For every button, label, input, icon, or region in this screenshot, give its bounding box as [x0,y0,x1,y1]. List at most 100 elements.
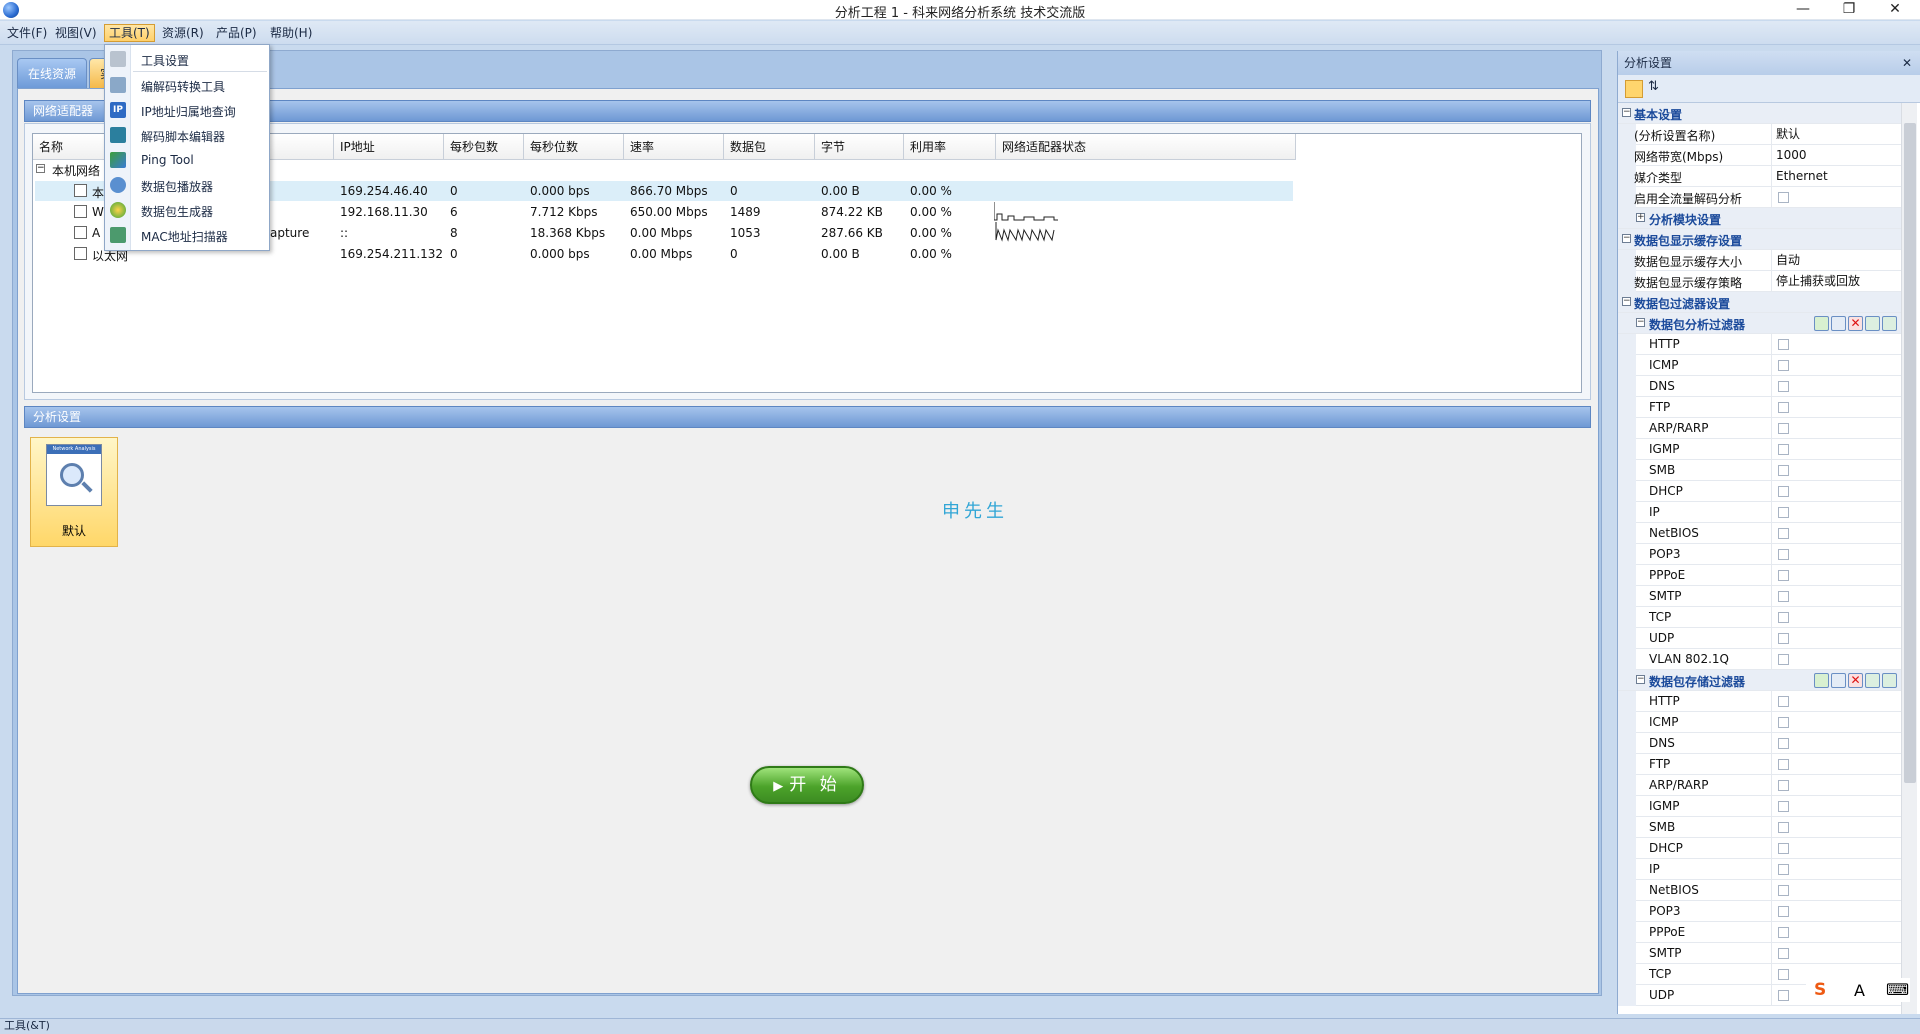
filter-value[interactable] [1771,439,1901,460]
filter-value[interactable] [1771,817,1901,838]
export-filter-icon[interactable] [1882,316,1897,331]
filter-checkbox[interactable] [1778,402,1789,413]
filter-value[interactable] [1771,334,1901,355]
filter-row[interactable]: DNS [1618,376,1901,397]
keyboard-icon[interactable]: ⌨ [1886,980,1909,999]
category-analysis-filter[interactable]: − 数据包分析过滤器 ✕ [1618,313,1901,334]
adapter-checkbox[interactable] [74,247,87,260]
import-filter-icon[interactable] [1865,316,1880,331]
filter-row[interactable]: HTTP [1618,334,1901,355]
ime-toolbar[interactable]: S A ⌨ [1806,978,1910,1002]
filter-value[interactable] [1771,460,1901,481]
delete-filter-icon[interactable]: ✕ [1848,316,1863,331]
property-value[interactable]: 1000 [1771,145,1901,166]
filter-value[interactable] [1771,922,1901,943]
filter-checkbox[interactable] [1778,717,1789,728]
filter-value[interactable] [1771,754,1901,775]
analysis-profile-default[interactable]: Network Analysis 默认 [30,437,118,547]
start-button[interactable]: ▶ 开 始 [750,766,864,804]
filter-row[interactable]: IP [1618,502,1901,523]
filter-checkbox[interactable] [1778,822,1789,833]
scrollbar-thumb[interactable] [1904,123,1916,783]
import-filter-icon[interactable] [1865,673,1880,688]
filter-row[interactable]: NetBIOS [1618,880,1901,901]
minimize-button[interactable]: — [1780,0,1826,20]
menu-resources[interactable]: 资源(R) [158,24,208,42]
filter-value[interactable] [1771,502,1901,523]
filter-row[interactable]: PPPoE [1618,922,1901,943]
filter-row[interactable]: FTP [1618,397,1901,418]
property-row[interactable]: (分析设置名称) 默认 [1618,124,1901,145]
close-button[interactable]: ✕ [1872,0,1918,20]
add-filter-icon[interactable] [1814,316,1829,331]
filter-row[interactable]: ICMP [1618,355,1901,376]
filter-checkbox[interactable] [1778,465,1789,476]
filter-value[interactable] [1771,691,1901,712]
col-packets[interactable]: 数据包 [724,134,815,160]
menu-products[interactable]: 产品(P) [212,24,261,42]
filter-value[interactable] [1771,586,1901,607]
panel-close-icon[interactable]: ✕ [1902,51,1912,75]
filter-checkbox[interactable] [1778,696,1789,707]
filter-value[interactable] [1771,838,1901,859]
filter-checkbox[interactable] [1778,759,1789,770]
filter-checkbox[interactable] [1778,738,1789,749]
menu-item-packet-player[interactable]: 数据包播放器 [105,174,269,196]
property-row[interactable]: 数据包显示缓存策略 停止捕获或回放 [1618,271,1901,292]
property-scrollbar[interactable] [1901,103,1917,1014]
filter-row[interactable]: TCP [1618,607,1901,628]
category-basic[interactable]: − 基本设置 [1618,103,1901,124]
filter-checkbox[interactable] [1778,948,1789,959]
filter-row[interactable]: DNS [1618,733,1901,754]
property-row[interactable]: 网络带宽(Mbps) 1000 [1618,145,1901,166]
filter-checkbox[interactable] [1778,801,1789,812]
filter-checkbox[interactable] [1778,486,1789,497]
filter-row[interactable]: NetBIOS [1618,523,1901,544]
filter-checkbox[interactable] [1778,381,1789,392]
ime-mode-icon[interactable]: A [1854,981,1865,1000]
collapse-icon[interactable]: − [1636,318,1645,327]
ime-logo-icon[interactable]: S [1814,980,1826,1000]
filter-value[interactable] [1771,565,1901,586]
menu-item-ip-lookup[interactable]: IP IP地址归属地查询 [105,99,269,121]
adapter-checkbox[interactable] [74,184,87,197]
col-status[interactable]: 网络适配器状态 [996,134,1296,160]
col-bps[interactable]: 每秒位数 [524,134,624,160]
export-filter-icon[interactable] [1882,673,1897,688]
filter-checkbox[interactable] [1778,927,1789,938]
filter-value[interactable] [1771,418,1901,439]
menu-help[interactable]: 帮助(H) [266,24,316,42]
filter-checkbox[interactable] [1778,570,1789,581]
menu-view[interactable]: 视图(V) [51,24,101,42]
filter-value[interactable] [1771,397,1901,418]
filter-checkbox[interactable] [1778,780,1789,791]
filter-value[interactable] [1771,901,1901,922]
menu-tools[interactable]: 工具(T) [104,24,155,42]
menu-item-script-editor[interactable]: 解码脚本编辑器 [105,124,269,146]
filter-checkbox[interactable] [1778,885,1789,896]
property-row[interactable]: 媒介类型 Ethernet [1618,166,1901,187]
property-value[interactable]: Ethernet [1771,166,1901,187]
filter-row[interactable]: SMTP [1618,943,1901,964]
filter-value[interactable] [1771,523,1901,544]
menu-item-mac-scanner[interactable]: MAC地址扫描器 [105,224,269,246]
filter-row[interactable]: IP [1618,859,1901,880]
adapter-checkbox[interactable] [74,205,87,218]
menu-item-packet-generator[interactable]: 数据包生成器 [105,199,269,221]
filter-row[interactable]: POP3 [1618,901,1901,922]
filter-value[interactable] [1771,712,1901,733]
delete-filter-icon[interactable]: ✕ [1848,673,1863,688]
collapse-icon[interactable]: − [1622,297,1631,306]
filter-value[interactable] [1771,544,1901,565]
filter-checkbox[interactable] [1778,990,1789,1001]
collapse-icon[interactable]: − [1622,234,1631,243]
filter-row[interactable]: SMB [1618,817,1901,838]
col-util[interactable]: 利用率 [904,134,996,160]
filter-checkbox[interactable] [1778,423,1789,434]
menu-item-tool-settings[interactable]: 工具设置 [105,48,269,70]
property-row[interactable]: 启用全流量解码分析 [1618,187,1901,208]
col-ip[interactable]: IP地址 [334,134,444,160]
filter-checkbox[interactable] [1778,906,1789,917]
filter-value[interactable] [1771,859,1901,880]
filter-checkbox[interactable] [1778,969,1789,980]
